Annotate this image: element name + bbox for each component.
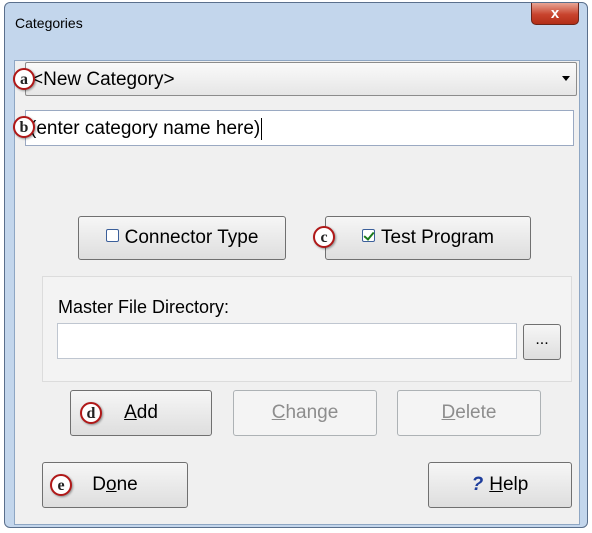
add-label: Add — [124, 402, 158, 423]
close-icon: x — [550, 5, 560, 22]
ellipsis-icon: ... — [535, 331, 549, 348]
delete-button[interactable]: Delete — [397, 390, 541, 436]
browse-button[interactable]: ... — [523, 324, 561, 360]
text-caret — [261, 118, 263, 140]
change-button[interactable]: Change — [233, 390, 377, 436]
test-program-checkbox-icon — [362, 229, 375, 243]
change-label: Change — [271, 402, 339, 423]
help-label: Help — [489, 474, 529, 495]
category-select[interactable]: <New Category> — [25, 62, 577, 96]
chevron-down-icon[interactable] — [562, 76, 570, 81]
callout-marker-b: b — [13, 116, 35, 138]
category-name-value: (enter category name here) — [30, 118, 261, 140]
category-select-value: <New Category> — [32, 69, 175, 90]
close-button[interactable]: x — [531, 3, 579, 25]
callout-marker-e: e — [50, 474, 72, 496]
test-program-label: Test Program — [381, 227, 494, 248]
callout-marker-c: c — [313, 226, 335, 248]
category-name-input[interactable]: (enter category name here) — [25, 110, 574, 146]
connector-type-label: Connector Type — [124, 227, 259, 248]
window-title: Categories — [15, 15, 83, 31]
help-icon: ? — [471, 474, 484, 495]
master-directory-label: Master File Directory: — [58, 297, 230, 317]
callout-marker-a: a — [13, 68, 35, 90]
master-directory-input[interactable] — [57, 323, 517, 359]
title-bar: Categories x — [5, 3, 587, 43]
connector-type-button[interactable]: Connector Type — [78, 216, 286, 260]
callout-marker-d: d — [80, 402, 102, 424]
test-program-button[interactable]: Test Program — [325, 216, 531, 260]
delete-label: Delete — [441, 402, 497, 423]
connector-type-checkbox-icon — [105, 229, 119, 243]
done-label: Done — [92, 474, 138, 495]
master-directory-group: Master File Directory: ... — [42, 276, 572, 382]
help-button[interactable]: ? Help — [428, 462, 572, 508]
